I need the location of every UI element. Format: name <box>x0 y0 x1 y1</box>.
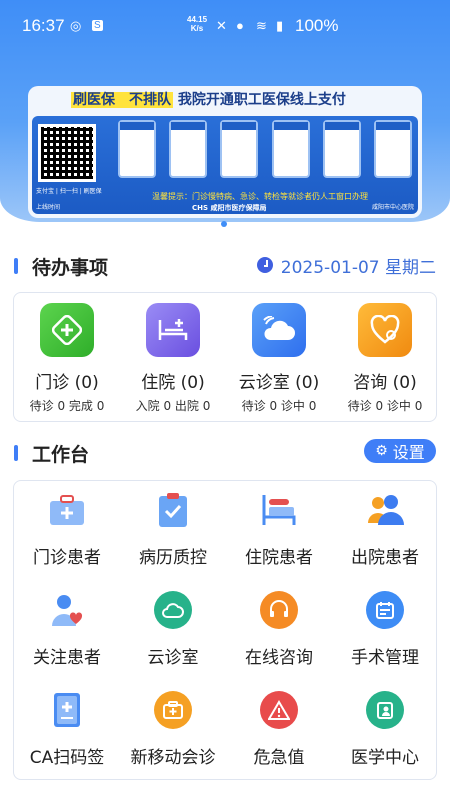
mobile-consult-icon <box>154 691 192 729</box>
todo-sub: 待诊 0 完成 0 <box>29 399 105 413</box>
work-label: 危急值 <box>253 748 305 768</box>
banner-body: 支付宝 | 扫一扫 | 刷医保 温馨提示：门诊慢特病、急诊、转检等就诊者仍人工窗… <box>32 116 418 214</box>
todo-card: 门诊 (0) 待诊 0 完成 0 住院 (0) 入院 0 出院 0 云诊室 (0… <box>13 292 437 422</box>
work-label: 医学中心 <box>351 748 419 768</box>
work-label: 手术管理 <box>351 648 419 668</box>
signal-icon: ▮ <box>276 18 284 33</box>
work-label: CA扫码签 <box>29 748 105 768</box>
speed-unit: K/s <box>190 24 204 33</box>
work-label: 住院患者 <box>245 548 313 568</box>
network-speed: 44.15 K/s <box>187 15 207 33</box>
banner-steps <box>118 120 412 186</box>
date-display[interactable]: 2025-01-07 星期二 <box>256 253 436 278</box>
work-item-followed-patients[interactable]: 关注患者 <box>14 581 120 681</box>
work-item-medical-center[interactable]: 医学中心 <box>332 681 438 781</box>
hospital-bed-icon <box>146 303 200 357</box>
work-label: 关注患者 <box>33 648 101 668</box>
qr-caption: 支付宝 | 扫一扫 | 刷医保 <box>36 188 102 195</box>
phone-step-icon <box>118 120 156 178</box>
followed-patient-icon <box>48 591 86 629</box>
work-label: 云诊室 <box>147 648 199 668</box>
cloud-clinic-icon <box>252 303 306 357</box>
mute-icon: ✕ <box>216 18 227 33</box>
battery-level: 100% <box>295 16 339 35</box>
cloud-room-icon <box>154 591 192 629</box>
consult-heart-icon <box>358 303 412 357</box>
settings-button[interactable]: ⚙ 设置 <box>364 439 436 463</box>
work-item-discharged-patients[interactable]: 出院患者 <box>332 481 438 581</box>
todo-item-outpatient[interactable]: 门诊 (0) 待诊 0 完成 0 <box>14 293 120 423</box>
todo-item-cloud-clinic[interactable]: 云诊室 (0) 待诊 0 诊中 0 <box>226 293 332 423</box>
todo-header: 待办事项 2025-01-07 星期二 <box>14 252 436 280</box>
todo-label: 门诊 (0) <box>35 373 99 393</box>
todo-sub: 入院 0 出院 0 <box>135 399 211 413</box>
work-label: 新移动会诊 <box>130 748 216 768</box>
work-item-online-consult[interactable]: 在线咨询 <box>226 581 332 681</box>
sync-icon: ◎ <box>70 18 82 33</box>
banner-footer-right: 咸阳市中心医院 <box>371 204 414 211</box>
work-label: 在线咨询 <box>245 648 313 668</box>
work-item-ca-scan-sign[interactable]: CA扫码签 <box>14 681 120 781</box>
outpatient-cross-icon <box>40 303 94 357</box>
clipboard-check-icon <box>154 491 192 529</box>
promo-banner[interactable]: 刷医保 不排队 我院开通职工医保线上支付 支付宝 | 扫一扫 | 刷医保 温馨提… <box>28 86 422 218</box>
workbench-title: 工作台 <box>32 444 90 466</box>
carousel-indicator[interactable] <box>221 221 227 227</box>
critical-alert-icon <box>260 691 298 729</box>
workbench-header: 工作台 ⚙ 设置 <box>14 439 436 467</box>
phone-step-icon <box>271 120 310 178</box>
todo-label: 云诊室 (0) <box>238 373 320 393</box>
todo-item-consult[interactable]: 咨询 (0) 待诊 0 诊中 0 <box>332 293 438 423</box>
surgery-calendar-icon <box>366 591 404 629</box>
work-item-record-qc[interactable]: 病历质控 <box>120 481 226 581</box>
work-item-surgery-management[interactable]: 手术管理 <box>332 581 438 681</box>
work-item-inpatient-patients[interactable]: 住院患者 <box>226 481 332 581</box>
outpatient-kit-icon <box>48 491 86 529</box>
banner-title-rest: 我院开通职工医保线上支付 <box>177 92 346 108</box>
inpatient-bed-icon <box>260 491 298 529</box>
todo-label: 咨询 (0) <box>353 373 417 393</box>
section-accent-bar <box>14 258 18 274</box>
qr-code-icon <box>38 124 96 182</box>
todo-item-inpatient[interactable]: 住院 (0) 入院 0 出院 0 <box>120 293 226 423</box>
todo-label: 住院 (0) <box>141 373 205 393</box>
clock-icon <box>256 257 273 273</box>
work-label: 门诊患者 <box>33 548 101 568</box>
work-item-critical-value[interactable]: 危急值 <box>226 681 332 781</box>
headset-icon <box>260 591 298 629</box>
phone-step-icon <box>322 120 361 178</box>
todo-title: 待办事项 <box>32 257 109 279</box>
banner-tip: 温馨提示：门诊慢特病、急诊、转检等就诊者仍人工窗口办理 <box>152 192 368 201</box>
section-accent-bar <box>14 445 18 461</box>
wifi-icon: ≋ <box>256 18 267 33</box>
work-label: 病历质控 <box>139 548 207 568</box>
work-item-cloud-room[interactable]: 云诊室 <box>120 581 226 681</box>
banner-org: CHS 咸阳市医疗保障局 <box>192 204 267 212</box>
discharge-users-icon <box>366 491 404 529</box>
banner-title: 刷医保 不排队 我院开通职工医保线上支付 <box>71 89 391 111</box>
phone-step-icon <box>169 120 208 178</box>
status-time: 16:37 <box>22 16 65 35</box>
phone-step-icon <box>220 120 259 178</box>
phone-step-icon <box>373 120 412 178</box>
settings-label: 设置 <box>392 443 425 462</box>
date-text: 2025-01-07 星期二 <box>280 257 436 278</box>
medical-center-icon <box>366 691 404 729</box>
app-s-icon: S <box>92 20 103 31</box>
work-item-outpatient-patients[interactable]: 门诊患者 <box>14 481 120 581</box>
speed-value: 44.15 <box>187 15 208 24</box>
ca-book-icon <box>48 691 86 729</box>
gear-icon: ⚙ <box>375 443 388 459</box>
banner-highlight: 刷医保 不排队 <box>71 92 173 108</box>
status-bar: 16:37 ◎ S 44.15 K/s ✕ ● ≋ ▮ 100% <box>0 0 450 52</box>
banner-footer-left: 上线时间 <box>36 204 61 211</box>
todo-sub: 待诊 0 诊中 0 <box>347 399 423 413</box>
work-item-mobile-consult[interactable]: 新移动会诊 <box>120 681 226 781</box>
work-label: 出院患者 <box>351 548 419 568</box>
workbench-card: 门诊患者 病历质控 住院患者 出院患者 关注患者 云诊室 在线咨询 手术管理 C… <box>13 480 437 780</box>
todo-sub: 待诊 0 诊中 0 <box>241 399 317 413</box>
location-icon: ● <box>236 18 244 33</box>
